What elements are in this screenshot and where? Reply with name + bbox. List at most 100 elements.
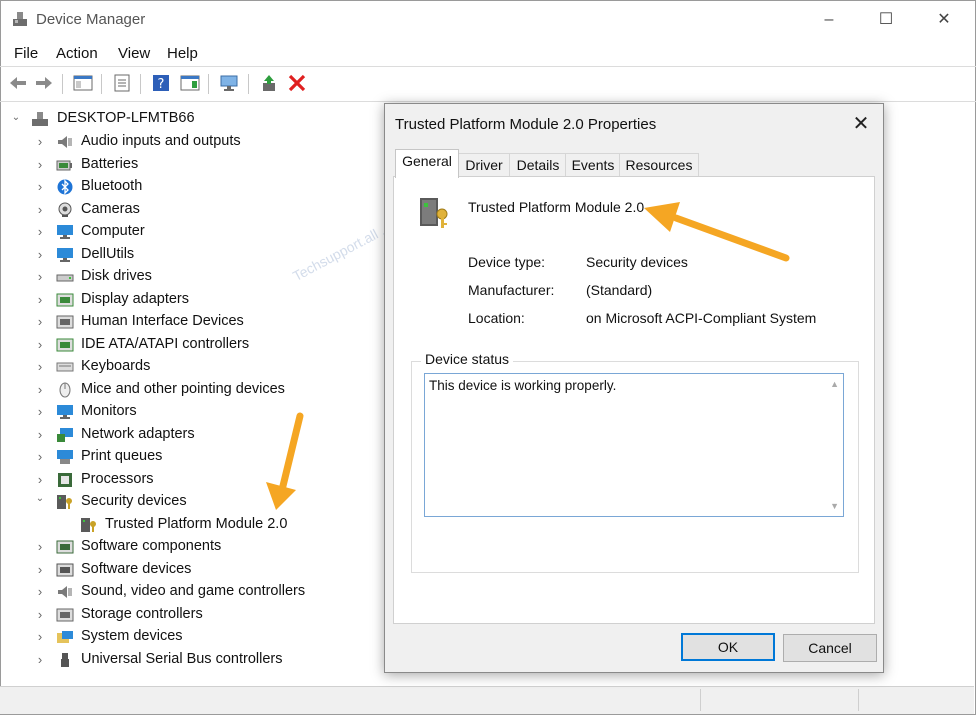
menu-file[interactable]: File <box>14 45 38 62</box>
tree-item[interactable]: Trusted Platform Module 2.0 <box>0 515 384 535</box>
tree-item[interactable]: › Network adapters <box>0 425 384 445</box>
tree-root[interactable]: ⌄ DESKTOP-LFMTB66 <box>0 109 384 129</box>
chevron-right-icon[interactable]: › <box>35 314 45 329</box>
security-key-icon <box>420 198 448 228</box>
scroll-up-icon[interactable]: ▲ <box>830 379 839 389</box>
action-pane-icon[interactable] <box>180 74 200 92</box>
device-status-text: This device is working properly. <box>429 378 617 393</box>
properties-dialog: Trusted Platform Module 2.0 Properties ✕… <box>384 103 884 673</box>
window-title: Device Manager <box>36 11 146 28</box>
tree-item[interactable]: › Storage controllers <box>0 605 384 625</box>
location-label: Location: <box>468 310 525 326</box>
tree-item-label: Print queues <box>81 448 163 464</box>
display-adapter-icon <box>56 293 74 306</box>
toolbar-separator <box>248 74 249 94</box>
chevron-right-icon[interactable]: › <box>35 539 45 554</box>
tree-item[interactable]: › Monitors <box>0 402 384 422</box>
chevron-right-icon[interactable]: › <box>35 269 45 284</box>
toolbar-separator <box>62 74 63 94</box>
tree-item[interactable]: › Universal Serial Bus controllers <box>0 650 384 670</box>
chevron-right-icon[interactable]: › <box>35 562 45 577</box>
tab-driver[interactable]: Driver <box>457 153 511 176</box>
chevron-right-icon[interactable]: › <box>35 629 45 644</box>
device-type-label: Device type: <box>468 254 546 270</box>
tree-item[interactable]: › Display adapters <box>0 290 384 310</box>
tree-item[interactable]: › IDE ATA/ATAPI controllers <box>0 335 384 355</box>
cancel-button[interactable]: Cancel <box>783 634 877 662</box>
help-icon[interactable]: ? <box>151 74 171 92</box>
scan-hardware-icon[interactable] <box>219 74 239 92</box>
menu-help[interactable]: Help <box>167 45 198 62</box>
chevron-right-icon[interactable]: › <box>35 292 45 307</box>
chevron-right-icon[interactable]: › <box>35 607 45 622</box>
tree-item[interactable]: › Disk drives <box>0 267 384 287</box>
tree-item[interactable]: › Software components <box>0 537 384 557</box>
chevron-right-icon[interactable]: › <box>35 157 45 172</box>
tree-item[interactable]: › Processors <box>0 470 384 490</box>
tab-resources[interactable]: Resources <box>619 153 699 176</box>
tree-item[interactable]: ⌄ Security devices <box>0 492 384 512</box>
chevron-right-icon[interactable]: › <box>35 584 45 599</box>
chevron-right-icon[interactable]: › <box>35 134 45 149</box>
status-divider <box>858 689 859 711</box>
update-driver-icon[interactable] <box>259 74 279 92</box>
forward-arrow-icon[interactable] <box>34 74 54 92</box>
chevron-right-icon[interactable]: › <box>35 179 45 194</box>
tree-item[interactable]: › Computer <box>0 222 384 242</box>
menu-view[interactable]: View <box>118 45 150 62</box>
monitor-icon <box>57 225 73 239</box>
chevron-right-icon[interactable]: › <box>35 404 45 419</box>
tab-details[interactable]: Details <box>509 153 567 176</box>
tree-item-label: DellUtils <box>81 245 135 262</box>
usb-icon <box>61 652 69 667</box>
chevron-right-icon[interactable]: › <box>35 382 45 397</box>
chevron-right-icon[interactable]: › <box>35 449 45 464</box>
minimize-button[interactable]: – <box>818 10 840 30</box>
chevron-down-icon[interactable]: ⌄ <box>11 112 21 123</box>
tree-item[interactable]: › Keyboards <box>0 357 384 377</box>
tree-item-label: Audio inputs and outputs <box>81 133 241 149</box>
tree-item-label: Software devices <box>81 560 192 577</box>
tree-item[interactable]: › Print queues <box>0 447 384 467</box>
dialog-close-button[interactable]: ✕ <box>849 112 873 136</box>
maximize-button[interactable]: ☐ <box>875 10 897 30</box>
scroll-down-icon[interactable]: ▼ <box>830 501 839 511</box>
tree-item[interactable]: › Human Interface Devices <box>0 312 384 332</box>
close-button[interactable]: ✕ <box>933 10 955 30</box>
chevron-down-icon[interactable]: ⌄ <box>35 493 45 504</box>
tree-item-label: Computer <box>81 223 145 239</box>
chevron-right-icon[interactable]: › <box>35 224 45 239</box>
tree-item-label: Human Interface Devices <box>81 313 244 329</box>
tree-item-label: Sound, video and game controllers <box>81 583 306 599</box>
chevron-right-icon[interactable]: › <box>35 359 45 374</box>
properties-icon[interactable] <box>112 74 132 92</box>
chevron-right-icon[interactable]: › <box>35 337 45 352</box>
chevron-right-icon[interactable]: › <box>35 472 45 487</box>
device-status-textbox[interactable]: This device is working properly. ▲ ▼ <box>424 373 844 517</box>
ok-button[interactable]: OK <box>681 633 775 661</box>
tree-item-label: Processors <box>81 470 154 487</box>
speaker-icon <box>58 586 72 598</box>
title-bar: Device Manager – ☐ ✕ <box>0 0 976 40</box>
tree-item[interactable]: › Sound, video and game controllers <box>0 582 384 602</box>
tab-general[interactable]: General <box>395 149 459 178</box>
tree-item[interactable]: › Batteries <box>0 155 384 175</box>
chevron-right-icon[interactable]: › <box>35 202 45 217</box>
tree-item[interactable]: › Bluetooth <box>0 177 384 197</box>
tree-item-label: Cameras <box>81 200 140 217</box>
back-arrow-icon[interactable] <box>8 74 28 92</box>
tab-events[interactable]: Events <box>565 153 621 176</box>
tree-item[interactable]: › Audio inputs and outputs <box>0 132 384 152</box>
tree-item[interactable]: › Cameras <box>0 200 384 220</box>
show-hide-console-tree-icon[interactable] <box>73 74 93 92</box>
tree-item[interactable]: › Mice and other pointing devices <box>0 380 384 400</box>
software-device-icon <box>56 563 74 576</box>
menu-action[interactable]: Action <box>56 45 98 62</box>
tree-item[interactable]: › System devices <box>0 627 384 647</box>
tree-item[interactable]: › Software devices <box>0 560 384 580</box>
uninstall-device-icon[interactable] <box>287 74 307 92</box>
chevron-right-icon[interactable]: › <box>35 247 45 262</box>
tree-item-label: Software components <box>81 538 222 554</box>
chevron-right-icon[interactable]: › <box>35 652 45 667</box>
chevron-right-icon[interactable]: › <box>35 427 45 442</box>
